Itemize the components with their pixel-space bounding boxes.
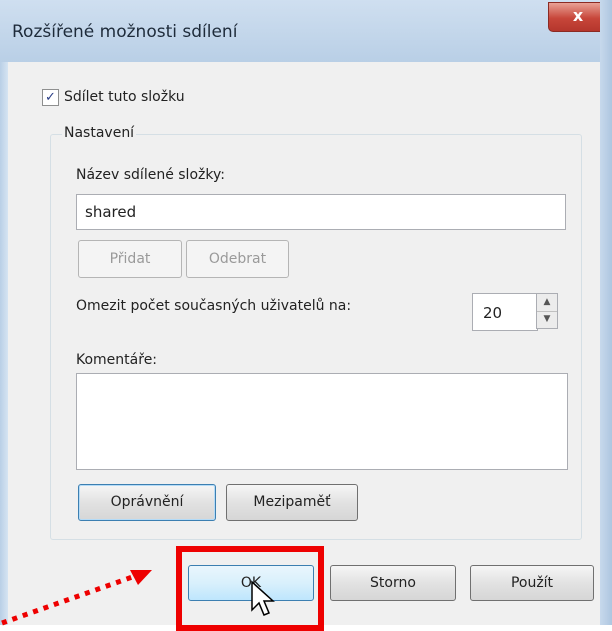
checkmark-icon: ✓ — [45, 90, 56, 105]
share-folder-checkbox[interactable]: ✓ — [42, 89, 59, 106]
comments-field[interactable] — [76, 373, 568, 470]
user-limit-spinner[interactable]: ▲ ▼ — [536, 293, 558, 329]
user-limit-field[interactable]: 20 — [472, 293, 538, 331]
pointer-arrow-icon — [251, 580, 275, 616]
window-frame-left — [0, 0, 8, 625]
settings-group-legend: Nastavení — [62, 125, 137, 141]
cancel-button[interactable]: Storno — [330, 565, 456, 601]
close-icon: x — [572, 6, 584, 25]
share-name-label: Název sdílené složky: — [76, 167, 225, 183]
apply-button[interactable]: Použít — [470, 565, 594, 601]
comments-label: Komentáře: — [76, 352, 158, 368]
window-title: Rozšířené možnosti sdílení — [12, 22, 238, 42]
user-limit-label: Omezit počet současných uživatelů na: — [76, 298, 352, 314]
advanced-sharing-dialog: Rozšířené možnosti sdílení x ✓ Sdílet tu… — [0, 0, 612, 631]
cache-button[interactable]: Mezipaměť — [226, 484, 358, 521]
permissions-button[interactable]: Oprávnění — [78, 484, 216, 521]
share-name-field[interactable]: shared — [76, 194, 566, 230]
spin-up-icon[interactable]: ▲ — [537, 294, 557, 312]
dotted-arrow-icon — [1, 570, 152, 626]
title-bar[interactable]: Rozšířené možnosti sdílení — [0, 0, 612, 62]
user-limit-value: 20 — [483, 304, 503, 322]
spin-down-icon[interactable]: ▼ — [537, 311, 557, 328]
window-frame-right — [600, 0, 612, 625]
close-button[interactable]: x — [548, 2, 608, 32]
remove-button[interactable]: Odebrat — [186, 240, 289, 278]
share-folder-label: Sdílet tuto složku — [64, 89, 185, 105]
share-name-value: shared — [85, 203, 137, 221]
add-button[interactable]: Přidat — [78, 240, 182, 278]
